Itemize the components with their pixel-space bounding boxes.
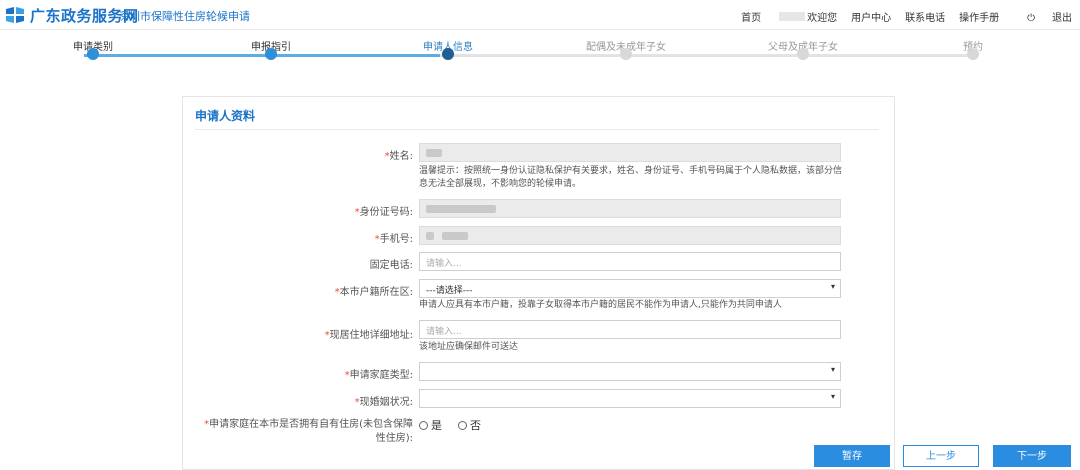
mobile-field [419, 226, 841, 245]
own-house-label: *申请家庭在本市是否拥有自有住房(未包含保障性住房): [204, 419, 413, 444]
divider [195, 129, 879, 130]
hukou-district-label: *本市户籍所在区: [334, 287, 413, 298]
step-dot [620, 48, 632, 60]
family-type-label: *申请家庭类型: [344, 370, 413, 381]
step-progress: 申请类别 申报指引 申请人信息 配偶及未成年子女 父母及成年子女 预约 [0, 30, 1080, 70]
step-spouse-children: 配偶及未成年子女 [576, 38, 676, 60]
step-dot [265, 48, 277, 60]
site-subtitle: 深圳市保障性住房轮候申请 [118, 10, 250, 23]
name-label: *姓名: [384, 151, 413, 162]
redacted-value [426, 232, 434, 240]
logout-button[interactable]: ⏻ 退出 [1013, 9, 1072, 24]
user-name-redacted [779, 12, 806, 21]
id-number-field [419, 199, 841, 218]
landline-label: 固定电话: [369, 260, 413, 271]
save-draft-button[interactable]: 暂存 [814, 445, 890, 467]
step-parents-adult-children: 父母及成年子女 [753, 38, 853, 60]
radio-circle-icon [419, 420, 428, 430]
nav-user-center[interactable]: 用户中心 [851, 9, 891, 24]
nav-home[interactable]: 首页 [741, 9, 761, 24]
nav-contact[interactable]: 联系电话 [905, 9, 945, 24]
own-house-no-radio[interactable]: 否 [458, 417, 481, 433]
step-applicant-info: 申请人信息 [398, 38, 498, 60]
next-step-button[interactable]: 下一步 [993, 445, 1071, 467]
step-dot [797, 48, 809, 60]
privacy-hint: 温馨提示：按照统一身份认证隐私保护有关要求，姓名、身份证号、手机号码属于个人隐私… [419, 166, 843, 189]
own-house-yes-radio[interactable]: 是 [419, 417, 442, 433]
step-track-completed [84, 54, 440, 57]
step-category: 申请类别 [43, 38, 143, 60]
gd-logo-icon [6, 7, 24, 23]
caret-down-icon: ▾ [830, 392, 835, 401]
hukou-hint: 申请人应具有本市户籍，投靠子女取得本市户籍的居民不能作为申请人,只能作为共同申请… [419, 300, 782, 310]
address-hint: 该地址应确保邮件可送达 [419, 342, 519, 352]
marital-status-label: *现婚姻状况: [354, 397, 413, 408]
id-number-label: *身份证号码: [354, 207, 413, 218]
selected-value: ---请选择--- [426, 286, 473, 296]
nav-manual[interactable]: 操作手册 [959, 9, 999, 24]
address-input[interactable]: 请输入... [419, 320, 841, 339]
redacted-value [426, 149, 442, 157]
landline-input[interactable]: 请输入... [419, 252, 841, 271]
card-title: 申请人资料 [195, 109, 256, 123]
caret-down-icon: ▾ [830, 282, 835, 291]
applicant-form-card: 申请人资料 *姓名: 温馨提示：按照统一身份认证隐私保护有关要求，姓名、身份证号… [182, 96, 895, 470]
step-guide: 申报指引 [221, 38, 321, 60]
step-dot [442, 48, 454, 60]
hukou-district-select[interactable]: ---请选择--- ▾ [419, 279, 841, 298]
power-icon: ⏻ [1027, 13, 1035, 24]
prev-step-button[interactable]: 上一步 [903, 445, 979, 467]
logout-label: 退出 [1052, 13, 1072, 24]
step-appointment: 预约 [923, 38, 1023, 60]
radio-circle-icon [458, 420, 467, 430]
family-type-select[interactable]: ▾ [419, 362, 841, 381]
marital-status-select[interactable]: ▾ [419, 389, 841, 408]
redacted-value [426, 205, 496, 213]
address-label: *现居住地详细地址: [324, 330, 413, 341]
step-dot [87, 48, 99, 60]
step-dot [967, 48, 979, 60]
own-house-radio-group: 是 否 [419, 417, 497, 433]
name-field [419, 143, 841, 162]
top-header: 广东政务服务网 深圳市保障性住房轮候申请 首页 欢迎您 用户中心 联系电话 操作… [0, 0, 1080, 30]
mobile-label: *手机号: [374, 234, 413, 245]
welcome-text: 欢迎您 [807, 13, 838, 24]
caret-down-icon: ▾ [830, 365, 835, 374]
top-nav: 首页 欢迎您 用户中心 联系电话 操作手册 ⏻ 退出 [727, 9, 1072, 24]
redacted-value [442, 232, 468, 240]
